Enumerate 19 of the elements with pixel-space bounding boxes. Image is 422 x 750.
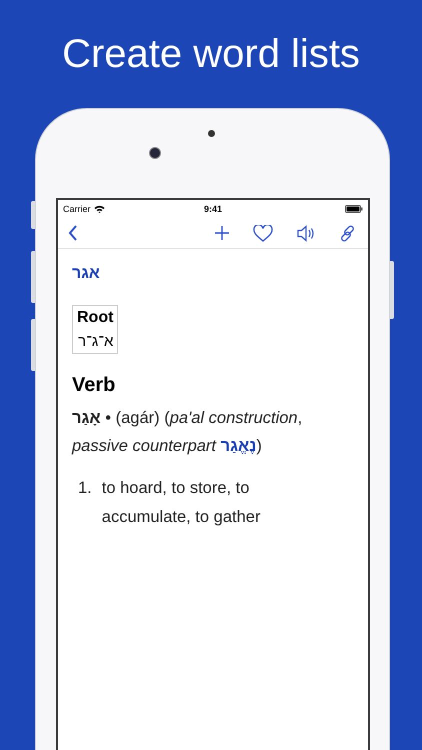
speaker-dot bbox=[208, 130, 215, 137]
wifi-icon bbox=[94, 205, 105, 213]
speaker-icon[interactable] bbox=[297, 224, 315, 242]
root-letters: א־ג־ר bbox=[77, 333, 114, 350]
definition-number: 1. bbox=[78, 478, 92, 499]
camera-icon bbox=[149, 147, 161, 159]
heart-icon[interactable] bbox=[253, 224, 273, 242]
battery-icon bbox=[345, 205, 363, 213]
definition-text: to hoard, to store, to accumulate, to gather bbox=[102, 478, 262, 528]
headline: Create word lists bbox=[61, 31, 361, 78]
back-icon[interactable] bbox=[68, 225, 78, 241]
root-label: Root bbox=[77, 309, 114, 327]
clock-time: 9:41 bbox=[204, 204, 222, 214]
link-icon[interactable] bbox=[339, 224, 356, 242]
add-icon[interactable] bbox=[215, 226, 229, 240]
part-of-speech: Verb bbox=[72, 374, 116, 397]
carrier-label: Carrier bbox=[63, 204, 91, 214]
related-word-link[interactable]: נֶאֱגַר bbox=[220, 437, 256, 455]
headword: אגר bbox=[72, 265, 100, 283]
